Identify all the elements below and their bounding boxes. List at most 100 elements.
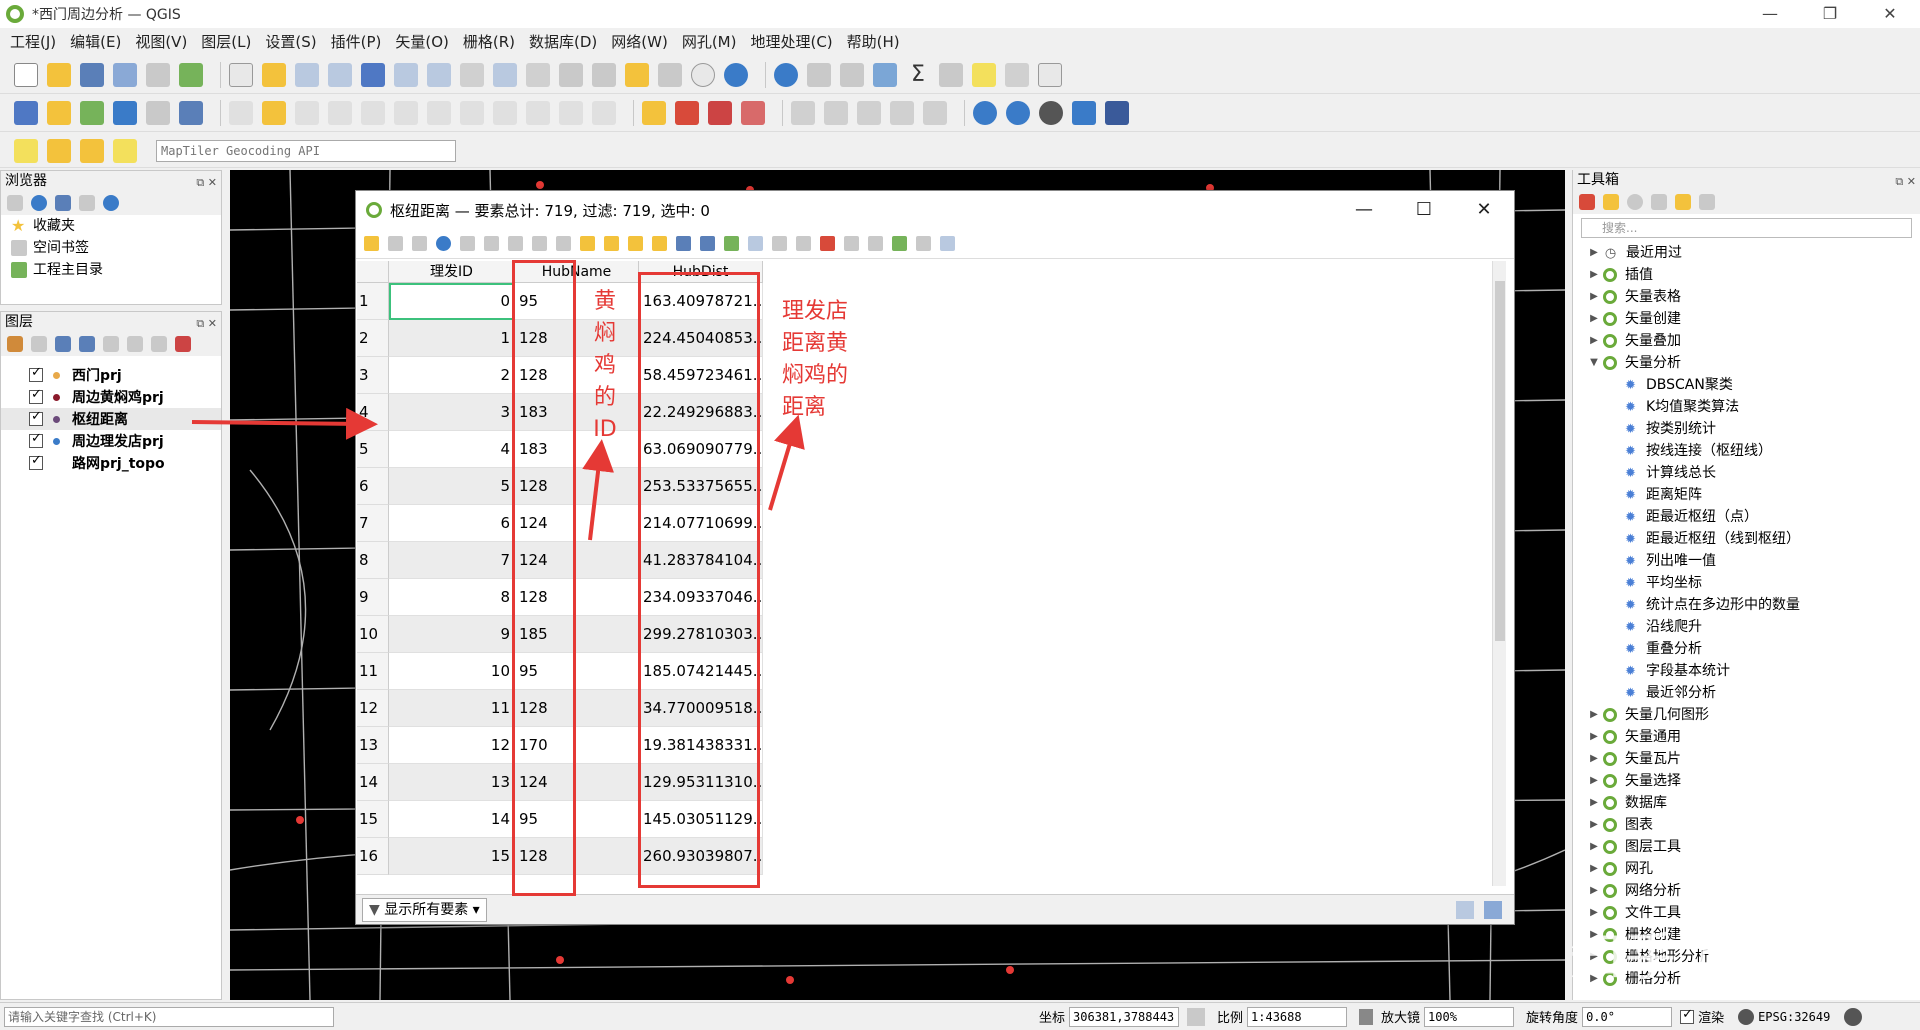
toolbox-group[interactable]: ▶ 图表 [1573,814,1920,836]
chevron-right-icon[interactable]: ▶ [1585,726,1603,748]
toolbox-group[interactable]: ▶ 矢量选择 [1573,770,1920,792]
toggle-extents-icon[interactable] [1187,1007,1206,1026]
toolbox-group[interactable]: ▶ 网络分析 [1573,880,1920,902]
toolbox-algorithm[interactable]: ✹ 按类别统计 [1573,418,1920,440]
chevron-right-icon[interactable]: ▶ [1585,792,1603,814]
algorithm-gear-icon: ✹ [1625,685,1636,701]
toolbox-algorithm[interactable]: ✹ 计算线总长 [1573,462,1920,484]
chevron-right-icon[interactable]: ▶ [1585,880,1603,902]
chevron-right-icon[interactable]: ▶ [1585,704,1603,726]
distance-arrow [768,414,805,511]
crs-icon[interactable] [1738,1008,1755,1025]
toolbox-group[interactable]: ▶ 矢量表格 [1573,286,1920,308]
qgis-provider-icon [1603,774,1617,788]
toolbox-algorithm[interactable]: ✹ 字段基本统计 [1573,660,1920,682]
algorithm-gear-icon: ✹ [1625,377,1636,393]
scale-dropdown[interactable]: 1:43688 [1247,1006,1348,1027]
toolbox-search-input[interactable]: 搜索... [1581,218,1912,238]
qgis-provider-icon [1603,708,1617,722]
chevron-down-icon[interactable]: ▼ [1585,352,1603,374]
magnifier-input[interactable]: 100% [1424,1006,1515,1027]
chevron-right-icon[interactable]: ▶ [1585,330,1603,352]
toolbox-algorithm[interactable]: ✹ 按线连接（枢纽线） [1573,440,1920,462]
chevron-right-icon[interactable]: ▶ [1585,748,1603,770]
results-viewer-icon[interactable] [1651,194,1667,210]
toolbox-algorithm[interactable]: ✹ DBSCAN聚类 [1573,374,1920,396]
chevron-right-icon[interactable]: ▶ [1585,858,1603,880]
toolbox-algorithm[interactable]: ✹ 最近邻分析 [1573,682,1920,704]
models-icon[interactable] [1579,194,1595,210]
qgis-provider-icon [1603,862,1617,876]
toolbox-algorithm[interactable]: ✹ K均值聚类算法 [1573,396,1920,418]
coordinate-input[interactable]: 306381,3788443 [1069,1006,1180,1027]
scripts-icon[interactable] [1603,194,1619,210]
chevron-right-icon[interactable]: ▶ [1585,770,1603,792]
toolbox-group[interactable]: ▶ 矢量通用 [1573,726,1920,748]
toolbox-algorithm[interactable]: ✹ 距离矩阵 [1573,484,1920,506]
algorithm-gear-icon: ✹ [1625,443,1636,459]
watermark-text: 知乎 @蒂姆 [1570,928,1859,988]
toolbox-header: 工具箱 ⧉ ✕ [1573,170,1920,190]
crs-label[interactable]: EPSG:32649 [1758,1010,1830,1024]
layer-arrow [191,407,378,440]
status-bar: 请输入关键字查找 (Ctrl+K) 坐标 306381,3788443 比例 1… [0,1002,1920,1030]
locator-search-input[interactable]: 请输入关键字查找 (Ctrl+K) [4,1006,334,1027]
toolbox-group[interactable]: ▶ 网孔 [1573,858,1920,880]
toolbox-group[interactable]: ▶ 矢量创建 [1573,308,1920,330]
qgis-provider-icon [1603,752,1617,766]
qgis-provider-icon [1603,884,1617,898]
toolbox-tree: ▶ ◷ 最近用过 ▶ 插值 ▶ 矢量表格 ▶ 矢量创建 ▶ 矢量叠加 ▼ 矢量分析 ✹ DBSCAN聚类 ✹ K… [1573,242,1920,990]
algorithm-gear-icon: ✹ [1625,465,1636,481]
chevron-right-icon[interactable]: ▶ [1585,242,1603,264]
qgis-provider-icon [1603,356,1617,370]
qgis-provider-icon [1603,730,1617,744]
chevron-right-icon[interactable]: ▶ [1585,308,1603,330]
chevron-right-icon[interactable]: ▶ [1585,836,1603,858]
toolbox-group[interactable]: ▶ 图层工具 [1573,836,1920,858]
coordinate-label: 坐标 [1039,1011,1066,1026]
qgis-provider-icon [1603,818,1617,832]
toolbox-algorithm[interactable]: ✹ 列出唯一值 [1573,550,1920,572]
toolbox-tools [1573,190,1920,214]
toolbox-algorithm[interactable]: ✹ 平均坐标 [1573,572,1920,594]
algorithm-gear-icon: ✹ [1625,421,1636,437]
toolbox-title: 工具箱 [1577,172,1619,188]
edit-features-in-place-icon[interactable] [1675,194,1691,210]
chevron-right-icon[interactable]: ▶ [1585,814,1603,836]
rotation-input[interactable]: 0.0° [1582,1006,1673,1027]
algorithm-gear-icon: ✹ [1625,531,1636,547]
toolbox-group[interactable]: ▶ 矢量瓦片 [1573,748,1920,770]
render-checkbox[interactable] [1680,1007,1695,1024]
qgis-provider-icon [1603,840,1617,854]
history-icon[interactable] [1627,194,1643,210]
render-label: 渲染 [1698,1011,1725,1026]
toolbox-group[interactable]: ▶ ◷ 最近用过 [1573,242,1920,264]
options-icon[interactable] [1699,194,1715,210]
panel-float-close-buttons[interactable]: ⧉ ✕ [1895,172,1916,192]
toolbox-algorithm[interactable]: ✹ 重叠分析 [1573,638,1920,660]
qgis-provider-icon [1603,334,1617,348]
processing-toolbox-panel: 工具箱 ⧉ ✕ 搜索... ▶ ◷ 最近用过 ▶ 插值 ▶ 矢量表格 ▶ 矢量创建 ▶ 矢量叠加 ▼ 矢… [1572,170,1920,1000]
toolbox-group[interactable]: ▶ 矢量叠加 [1573,330,1920,352]
toolbox-algorithm[interactable]: ✹ 沿线爬升 [1573,616,1920,638]
toolbox-algorithm[interactable]: ✹ 距最近枢纽（线到枢纽） [1573,528,1920,550]
toolbox-algorithm[interactable]: ✹ 距最近枢纽（点） [1573,506,1920,528]
toolbox-group[interactable]: ▶ 插值 [1573,264,1920,286]
chevron-right-icon[interactable]: ▶ [1585,264,1603,286]
qgis-provider-icon [1603,796,1617,810]
qgis-provider-icon [1603,312,1617,326]
messages-icon[interactable] [1844,1007,1863,1026]
algorithm-gear-icon: ✹ [1625,487,1636,503]
toolbox-group[interactable]: ▶ 矢量几何图形 [1573,704,1920,726]
qgis-provider-icon [1603,268,1617,282]
algorithm-gear-icon: ✹ [1625,641,1636,657]
algorithm-gear-icon: ✹ [1625,663,1636,679]
magnifier-label: 放大镜 [1381,1011,1421,1026]
toolbox-algorithm[interactable]: ✹ 统计点在多边形中的数量 [1573,594,1920,616]
chevron-right-icon[interactable]: ▶ [1585,286,1603,308]
lock-scale-icon[interactable] [1359,1008,1374,1025]
qgis-provider-icon [1603,290,1617,304]
toolbox-group[interactable]: ▶ 数据库 [1573,792,1920,814]
algorithm-gear-icon: ✹ [1625,597,1636,613]
toolbox-group[interactable]: ▼ 矢量分析 [1573,352,1920,374]
